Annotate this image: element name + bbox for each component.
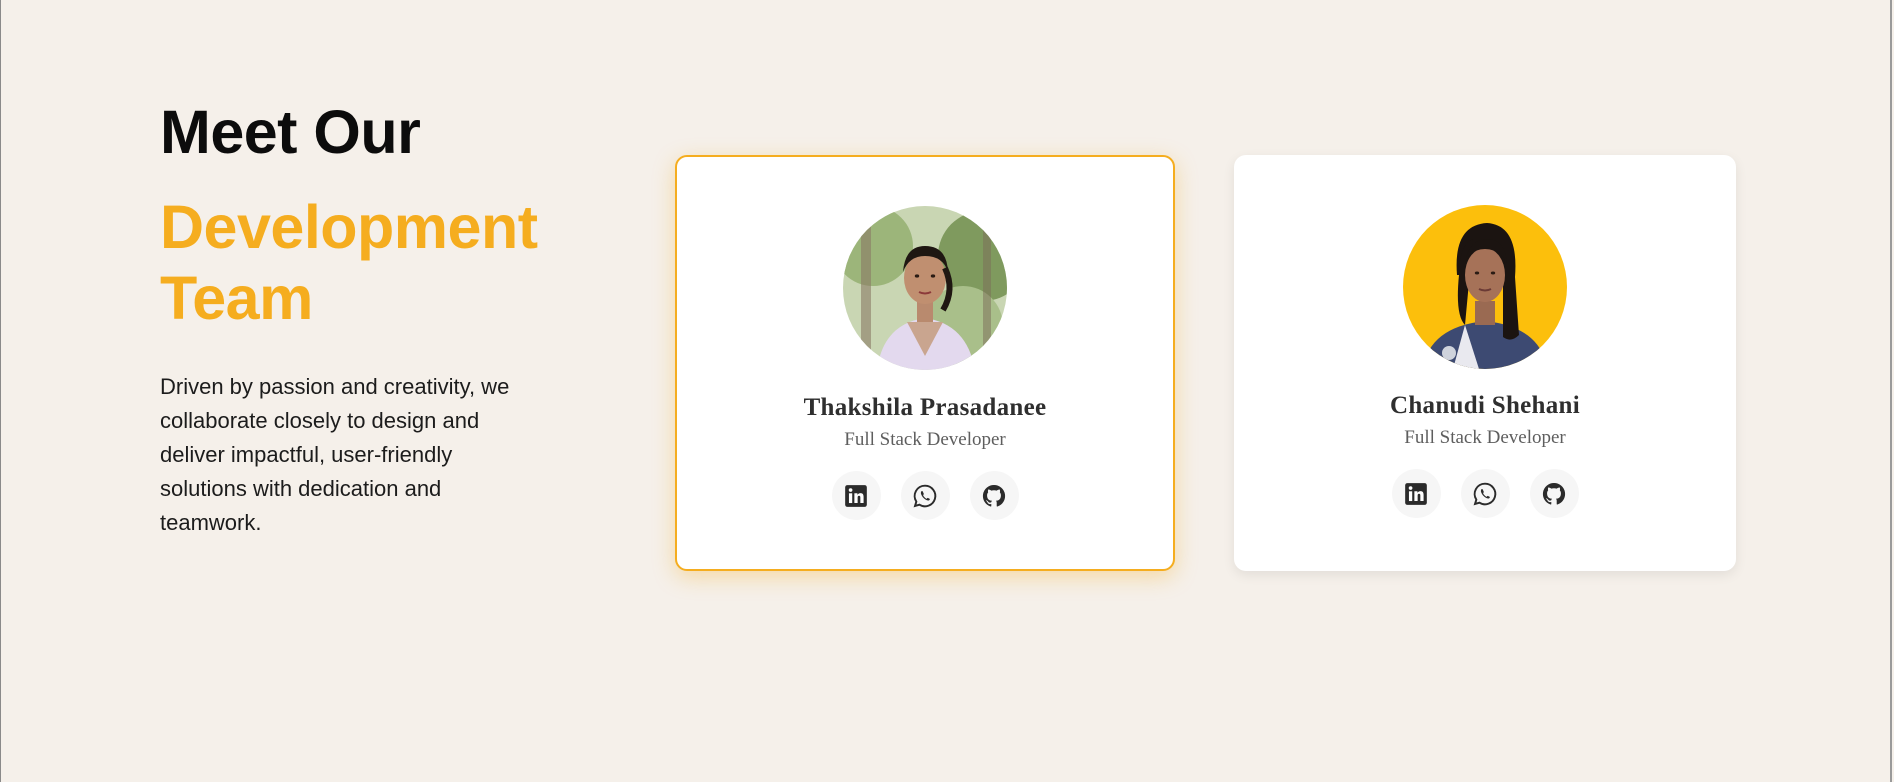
member-role: Full Stack Developer (844, 429, 1006, 450)
avatar-photo (843, 206, 1007, 370)
team-card-thakshila[interactable]: Thakshila Prasadanee Full Stack Develope… (675, 155, 1175, 571)
social-links (1234, 469, 1736, 518)
linkedin-icon (1405, 482, 1427, 505)
linkedin-button[interactable] (831, 471, 881, 520)
github-icon (982, 484, 1006, 507)
linkedin-icon (845, 484, 867, 507)
github-icon (1542, 482, 1566, 505)
section-description: Driven by passion and creativity, we col… (160, 374, 510, 535)
member-name: Thakshila Prasadanee (803, 394, 1047, 421)
avatar-photo (1403, 205, 1567, 369)
whatsapp-icon (913, 484, 937, 507)
section-heading-accent: Development Team (160, 193, 538, 332)
member-name: Chanudi Shehani (1389, 392, 1581, 419)
team-intro: Meet Our Development Team Driven by pass… (160, 92, 540, 540)
member-role: Full Stack Developer (1404, 427, 1566, 448)
window-edge-left (0, 0, 1, 782)
linkedin-button[interactable] (1391, 469, 1441, 518)
section-heading: Meet Our (160, 98, 421, 166)
github-button[interactable] (1529, 469, 1579, 518)
window-edge-right (1890, 0, 1892, 782)
avatar (843, 206, 1007, 370)
whatsapp-button[interactable] (900, 471, 950, 520)
team-card-chanudi[interactable]: Chanudi Shehani Full Stack Developer (1234, 155, 1736, 571)
whatsapp-icon (1473, 482, 1497, 505)
whatsapp-button[interactable] (1460, 469, 1510, 518)
social-links (677, 471, 1173, 520)
avatar (1403, 205, 1567, 369)
github-button[interactable] (969, 471, 1019, 520)
